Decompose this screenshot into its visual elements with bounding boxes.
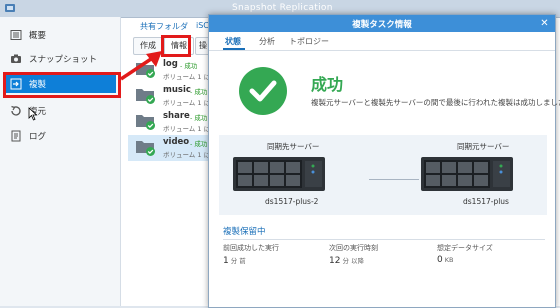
sidebar-item-overview[interactable]: 概要 <box>4 26 116 44</box>
sidebar-item-snapshot[interactable]: スナップショット <box>4 50 116 68</box>
tab-iscsi[interactable]: iSC <box>196 21 209 30</box>
sidebar-item-label: スナップショット <box>29 55 98 65</box>
dialog-titlebar[interactable]: 複製タスク情報 ✕ <box>209 15 555 32</box>
source-server-label: 同期元サーバー <box>457 142 510 151</box>
item-name: video <box>163 137 190 147</box>
camera-icon <box>11 54 21 63</box>
dest-server-name: ds1517-plus-2 <box>265 197 319 206</box>
item-status: - 成功 <box>190 88 208 96</box>
nas-server-icon <box>421 157 513 191</box>
tab-shared-folder[interactable]: 共有フォルダ <box>140 21 188 32</box>
sidebar-item-log[interactable]: ログ <box>4 127 116 145</box>
status-description: 複製元サーバーと複製先サーバーの間で最後に行われた複製は成功しました。 <box>311 98 560 107</box>
stat-number: 12 <box>329 256 341 266</box>
section-header: 複製保留中 <box>223 227 266 237</box>
server-topology-panel: 同期先サーバー 同期元サーバー ds1517-plus-2 ds1517-plu… <box>219 135 547 215</box>
list-item[interactable]: share - 成功 ボリューム 1 にあ <box>128 109 217 135</box>
list-item[interactable]: music - 成功 ボリューム 1 にあ <box>128 83 217 109</box>
red-arrow-icon <box>120 51 162 81</box>
dest-server-label: 同期先サーバー <box>267 142 320 151</box>
item-status: - 成功 <box>180 62 198 70</box>
checkmark-icon <box>249 80 277 102</box>
status-title: 成功 <box>311 75 344 94</box>
close-icon[interactable]: ✕ <box>539 18 550 29</box>
replication-task-info-dialog: 複製タスク情報 ✕ 状態 分析 トポロジー 成功 複製元サーバーと複製先サーバー… <box>208 14 560 308</box>
stat-unit: KB <box>444 256 454 264</box>
sidebar-item-restore[interactable]: 復元 <box>4 102 116 120</box>
stat-label-next-run: 次回の実行時刻 <box>329 244 378 252</box>
log-icon <box>11 130 21 142</box>
stat-number: 1 <box>223 256 229 266</box>
stat-label-last-run: 前回成功した実行 <box>223 244 279 252</box>
source-server-name: ds1517-plus <box>463 197 509 206</box>
item-name: music <box>163 85 191 95</box>
item-name: share <box>163 111 190 121</box>
stat-value-last-run: 1分 前 <box>223 255 246 266</box>
item-status: - 成功 <box>190 114 208 122</box>
restore-icon <box>11 105 21 116</box>
active-tab-indicator <box>223 48 245 50</box>
stat-value-data-size: 0 KB <box>437 255 453 265</box>
connection-line <box>369 179 419 180</box>
tab-status[interactable]: 状態 <box>225 36 241 47</box>
list-icon <box>10 30 22 40</box>
dialog-title: 複製タスク情報 <box>352 20 412 30</box>
stat-number: 0 <box>437 255 443 265</box>
stat-unit: 分 以降 <box>342 257 365 265</box>
highlight-replication <box>3 72 121 98</box>
window-title: Snapshot Replication <box>232 3 333 13</box>
divider <box>223 239 545 240</box>
success-check-icon <box>146 95 155 104</box>
mouse-cursor-icon <box>28 107 38 121</box>
nas-server-icon <box>233 157 325 191</box>
dialog-tabs: 状態 分析 トポロジー <box>209 32 555 51</box>
app-icon <box>5 4 15 12</box>
stat-unit: 分 前 <box>230 257 246 265</box>
sidebar: 概要 スナップショット 複製 復元 ログ <box>0 17 121 306</box>
success-check-icon <box>146 121 155 130</box>
sidebar-item-label: ログ <box>29 132 47 142</box>
list-item[interactable]: video - 成功 ボリューム 1 にあ <box>128 135 217 161</box>
item-status: - 成功 <box>190 140 208 148</box>
success-check-icon <box>146 147 155 156</box>
tab-topology[interactable]: トポロジー <box>289 36 329 47</box>
sidebar-item-label: 概要 <box>29 31 47 41</box>
stat-label-data-size: 想定データサイズ <box>437 244 493 252</box>
tab-analysis[interactable]: 分析 <box>259 36 275 47</box>
success-icon <box>239 67 287 115</box>
stat-value-next-run: 12 分 以降 <box>329 255 364 266</box>
